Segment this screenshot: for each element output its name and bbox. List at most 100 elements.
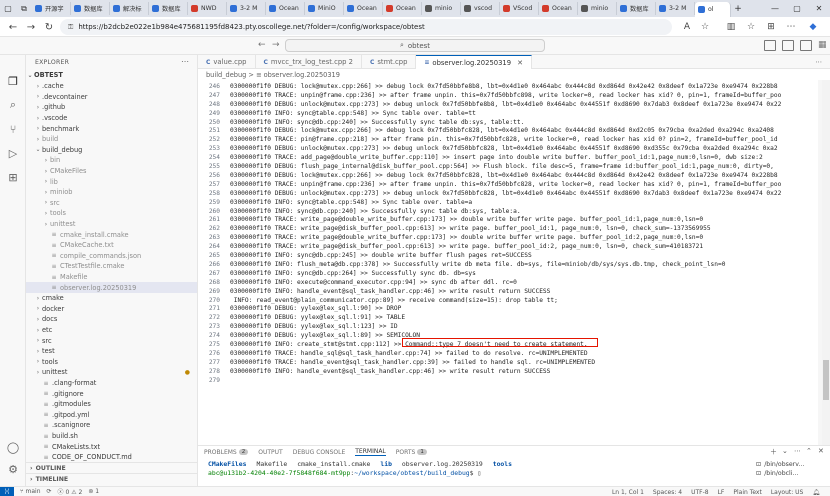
favorites-icon[interactable]: ☆ bbox=[744, 20, 758, 34]
tree-folder[interactable]: › tools bbox=[26, 357, 197, 368]
editor-tab[interactable]: Cvalue.cpp bbox=[198, 55, 256, 69]
tree-folder[interactable]: › unittest bbox=[26, 219, 197, 230]
extensions-icon[interactable]: ⊞ bbox=[5, 169, 21, 185]
outline-section[interactable]: › OUTLINE bbox=[26, 462, 197, 473]
go-forward-icon[interactable]: → bbox=[272, 40, 280, 50]
tree-folder[interactable]: › .cache bbox=[26, 81, 197, 92]
panel-tab[interactable]: OUTPUT bbox=[258, 449, 282, 456]
browser-tab[interactable]: 数据库 bbox=[149, 2, 188, 15]
cursor-position[interactable]: Ln 1, Col 1 bbox=[612, 489, 644, 496]
timeline-section[interactable]: › TIMELINE bbox=[26, 473, 197, 484]
terminal-output[interactable]: CMakeFiles Makefile cmake_install.cmake lib… bbox=[208, 460, 522, 477]
browser-menu-icon[interactable]: ▢ bbox=[0, 0, 16, 17]
browser-tab[interactable]: 解决标 bbox=[110, 2, 149, 15]
problems-indicator[interactable]: ⓧ 0 ⚠ 2 bbox=[58, 487, 83, 496]
workspace-root[interactable]: ⌄ OBTEST bbox=[26, 70, 197, 81]
more-icon[interactable]: ⋯ bbox=[784, 20, 798, 34]
new-tab-button[interactable]: + bbox=[731, 4, 745, 14]
tree-folder[interactable]: › build bbox=[26, 134, 197, 145]
tree-folder[interactable]: › tools bbox=[26, 208, 197, 219]
browser-tab[interactable]: minio bbox=[578, 2, 617, 15]
tree-folder[interactable]: › .github bbox=[26, 102, 197, 113]
editor-actions-more-icon[interactable]: ⋯ bbox=[807, 55, 830, 69]
editor-scrollbar[interactable] bbox=[822, 80, 830, 445]
tree-file[interactable]: ≡ CODE_OF_CONDUCT.md bbox=[26, 452, 197, 463]
new-terminal-icon[interactable]: ＋ bbox=[770, 447, 777, 457]
tree-folder[interactable]: › lib bbox=[26, 176, 197, 187]
command-center-search[interactable]: ⌕ obtest bbox=[285, 39, 545, 52]
end-of-line[interactable]: LF bbox=[718, 489, 725, 496]
toggle-sidebar-icon[interactable] bbox=[764, 40, 776, 51]
search-view-icon[interactable]: ⌕ bbox=[5, 97, 21, 113]
tree-file[interactable]: ≡ cmake_install.cmake bbox=[26, 229, 197, 240]
notifications-bell-icon[interactable]: 🔔︎ bbox=[812, 489, 820, 496]
manage-gear-icon[interactable]: ⚙ bbox=[5, 461, 21, 477]
language-mode[interactable]: Plain Text bbox=[733, 489, 761, 496]
copilot-icon[interactable]: ◆ bbox=[806, 20, 820, 34]
editor-tab[interactable]: ≡ observer.log.20250319 ✕ bbox=[416, 55, 532, 69]
tree-file[interactable]: ≡ .gitmodules bbox=[26, 399, 197, 410]
panel-tab[interactable]: PROBLEMS 2 bbox=[204, 449, 249, 456]
scrollbar-thumb[interactable] bbox=[823, 360, 829, 400]
go-back-icon[interactable]: ← bbox=[258, 40, 266, 50]
tree-folder[interactable]: › src bbox=[26, 198, 197, 209]
browser-tab[interactable]: NWD bbox=[188, 2, 227, 15]
keyboard-layout[interactable]: Layout: US bbox=[771, 489, 804, 496]
breadcrumb[interactable]: build_debug > ≡ observer.log.20250319 bbox=[198, 69, 830, 80]
editor-tab[interactable]: Cstmt.cpp bbox=[362, 55, 417, 69]
encoding[interactable]: UTF-8 bbox=[691, 489, 709, 496]
browser-tab[interactable]: 开源字 bbox=[32, 2, 71, 15]
indentation[interactable]: Spaces: 4 bbox=[653, 489, 682, 496]
tree-folder[interactable]: ⌄ build_debug bbox=[26, 145, 197, 156]
tree-file[interactable]: ≡ CMakeCache.txt bbox=[26, 240, 197, 251]
read-aloud-icon[interactable]: A bbox=[680, 20, 694, 34]
browser-tab[interactable]: 数据库 bbox=[71, 2, 110, 15]
tree-file[interactable]: ≡ compile_commands.json bbox=[26, 251, 197, 262]
browser-tab[interactable]: Ocean bbox=[344, 2, 383, 15]
run-debug-icon[interactable]: ▷ bbox=[5, 145, 21, 161]
close-window-icon[interactable]: ✕ bbox=[808, 0, 830, 17]
tree-file[interactable]: ≡ observer.log.20250319 bbox=[26, 282, 197, 293]
browser-tab[interactable]: 3-2 M bbox=[227, 2, 266, 15]
tree-folder[interactable]: › src bbox=[26, 335, 197, 346]
tree-file[interactable]: ≡ .gitignore bbox=[26, 388, 197, 399]
minimize-icon[interactable]: — bbox=[764, 0, 786, 17]
browser-tab[interactable]: VScod bbox=[500, 2, 539, 15]
account-icon[interactable]: ◯ bbox=[5, 439, 21, 455]
tree-folder[interactable]: › miniob bbox=[26, 187, 197, 198]
explorer-more-icon[interactable]: ⋯ bbox=[181, 57, 189, 66]
tree-file[interactable]: ≡ CTestTestfile.cmake bbox=[26, 261, 197, 272]
browser-tab[interactable]: vscod bbox=[461, 2, 500, 15]
maximize-panel-icon[interactable]: ⌃ bbox=[806, 447, 812, 455]
source-control-icon[interactable]: ⑂ bbox=[5, 121, 21, 137]
tree-file[interactable]: ≡ CMakeLists.txt bbox=[26, 441, 197, 452]
explorer-icon[interactable]: ❐ bbox=[5, 73, 21, 89]
tree-folder[interactable]: › benchmark bbox=[26, 123, 197, 134]
favorite-icon[interactable]: ☆ bbox=[698, 20, 712, 34]
collections-icon[interactable]: ⊞ bbox=[764, 20, 778, 34]
browser-workspaces-icon[interactable]: ⧉ bbox=[16, 0, 32, 17]
tree-folder[interactable]: › docs bbox=[26, 314, 197, 325]
close-panel-icon[interactable]: ✕ bbox=[818, 447, 824, 455]
browser-tab[interactable]: Ocean bbox=[383, 2, 422, 15]
browser-tab[interactable]: minio bbox=[422, 2, 461, 15]
terminal-instance[interactable]: ⊡/bin/obcli... bbox=[756, 469, 826, 478]
remote-indicator-icon[interactable]: ⟩⟨ bbox=[0, 486, 14, 496]
tree-file[interactable]: ≡ build.sh bbox=[26, 431, 197, 442]
toggle-secondary-sidebar-icon[interactable] bbox=[800, 40, 812, 51]
site-info-icon[interactable]: ⚿ bbox=[68, 23, 73, 32]
terminal-instance[interactable]: ⊡/bin/observ... bbox=[756, 460, 826, 469]
tree-folder[interactable]: › docker bbox=[26, 304, 197, 315]
tree-folder[interactable]: › etc bbox=[26, 325, 197, 336]
terminal-dropdown-icon[interactable]: ⌄ bbox=[782, 447, 788, 455]
branch-indicator[interactable]: ⑂ main bbox=[20, 488, 41, 495]
back-icon[interactable]: ← bbox=[6, 20, 20, 34]
editor-content[interactable]: 246 0300000f1f0 DEBUG: lock@mutex.cpp:266… bbox=[198, 80, 830, 445]
panel-tab[interactable]: DEBUG CONSOLE bbox=[293, 449, 346, 456]
panel-tab[interactable]: TERMINAL bbox=[355, 448, 386, 456]
tree-file[interactable]: ≡ .gitpod.yml bbox=[26, 410, 197, 421]
tree-file[interactable]: ≡ .scanignore bbox=[26, 420, 197, 431]
browser-tab[interactable]: 数据库 bbox=[617, 2, 656, 15]
close-tab-icon[interactable]: ✕ bbox=[517, 59, 523, 67]
tree-folder[interactable]: › .devcontainer bbox=[26, 92, 197, 103]
